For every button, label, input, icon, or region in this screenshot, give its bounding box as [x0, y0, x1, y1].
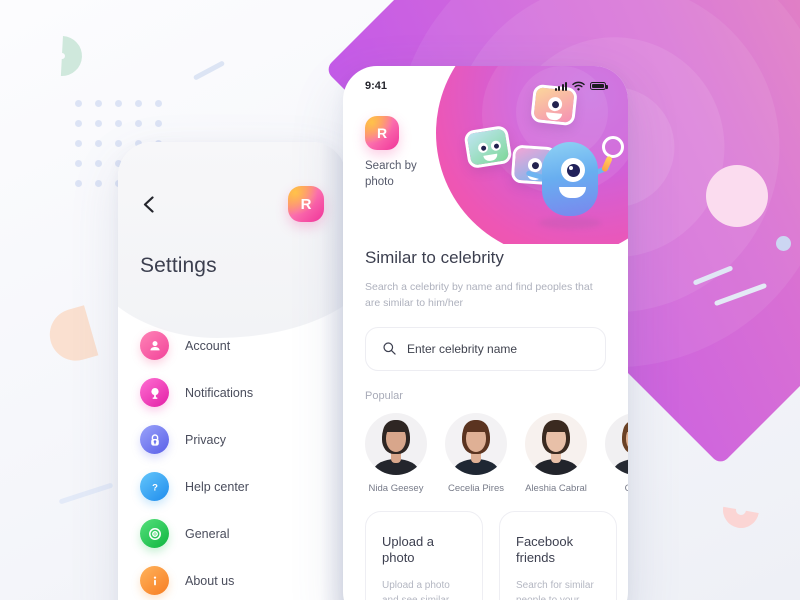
avatar-letter: R [300, 195, 312, 213]
feature-cards-row: Upload a photo Upload a photo and see sim… [365, 510, 617, 600]
back-button[interactable] [140, 195, 156, 213]
monster-card-green [463, 124, 513, 170]
wifi-icon [572, 81, 585, 91]
diagonal-stroke [58, 482, 114, 505]
profile-avatar[interactable]: R [288, 186, 324, 222]
celebrity-name: Carle [605, 483, 628, 494]
settings-item-label: Privacy [185, 432, 226, 447]
settings-item-general[interactable]: General [118, 510, 346, 557]
settings-item-label: Account [185, 338, 231, 353]
battery-icon [590, 82, 608, 90]
settings-item-label: About us [185, 573, 235, 588]
celebrity-search-phone-mockup: 9:41 R Search by photo Similar to celebr… [343, 66, 628, 600]
status-icons [554, 81, 608, 91]
monster-illustration [463, 83, 626, 236]
celebrity-avatar [445, 412, 507, 475]
settings-item-label: Notifications [185, 385, 254, 400]
celebrity-avatar [525, 412, 587, 475]
section-heading: Similar to celebrity [365, 248, 504, 267]
teal-arc-shape [33, 27, 91, 85]
lock-icon [140, 425, 169, 454]
popular-celebrities-row: Nida Geesey Cecelia Pires Aleshia Cabral Ca… [365, 412, 628, 494]
pink-circle-shape [706, 165, 768, 227]
popular-celebrity-item[interactable]: Cecelia Pires [445, 412, 507, 494]
settings-phone-mockup: 9:41 R Settings AccountNotificationsPriv… [118, 142, 346, 600]
settings-item-notifications[interactable]: Notifications [118, 369, 346, 416]
settings-menu-list: Account Notifications Privacy? Help center G… [118, 278, 346, 600]
search-by-photo-entry[interactable]: R Search by photo [365, 116, 417, 190]
magnifier-icon [602, 136, 624, 158]
blue-dot-shape [776, 236, 791, 251]
feature-card-description: Upload a photo and see similar [382, 580, 450, 600]
celebrity-name: Nida Geesey [368, 482, 424, 494]
settings-item-label: Help center [185, 479, 249, 494]
info-icon [140, 566, 169, 595]
screenshot-stage: 9:41 R Settings Account Notifications Priv… [0, 0, 800, 600]
popular-celebrity-item[interactable]: Aleshia Cabral [525, 412, 587, 494]
search-by-photo-label: Search by photo [365, 160, 417, 188]
feature-card-facebook-friends[interactable]: Facebook friends Search for similar peopl… [499, 510, 617, 600]
settings-item-label: General [185, 526, 230, 541]
settings-item-account[interactable]: Account [118, 322, 346, 369]
popular-celebrity-item[interactable]: Carle [605, 412, 628, 494]
celebrity-avatar [605, 412, 628, 475]
page-title: Settings [140, 254, 217, 277]
celebrity-name: Aleshia Cabral [525, 482, 587, 494]
status-time: 9:41 [365, 80, 388, 92]
popular-section-label: Popular [365, 389, 403, 402]
celebrity-search-input[interactable] [407, 341, 588, 356]
feature-card-title: Facebook friends [516, 533, 574, 566]
feature-card-upload-photo[interactable]: Upload a photo Upload a photo and see sim… [365, 510, 483, 600]
settings-nav-row: R [118, 168, 346, 222]
target-icon [140, 519, 169, 548]
diagonal-stroke [192, 60, 226, 81]
search-icon [383, 342, 396, 355]
pink-arc-shape [715, 484, 767, 536]
settings-item-about-us[interactable]: About us [118, 557, 346, 600]
app-logo-avatar: R [365, 116, 399, 150]
settings-item-help-center[interactable]: ? Help center [118, 463, 346, 510]
person-icon [140, 331, 169, 360]
celebrity-avatar [365, 412, 427, 475]
section-subheading: Search a celebrity by name and find peop… [365, 281, 593, 310]
right-status-bar: 9:41 [343, 66, 628, 92]
svg-text:?: ? [152, 482, 158, 493]
celebrity-name: Cecelia Pires [448, 482, 504, 494]
signal-icon [554, 81, 567, 91]
feature-card-title: Upload a photo [382, 533, 435, 566]
feature-card-description: Search for similar people to your [516, 580, 594, 600]
peach-half-circle-shape [43, 305, 99, 367]
question-icon: ? [140, 472, 169, 501]
avatar-letter: R [376, 125, 388, 141]
celebrity-search-content: Similar to celebrity Search a celebrity … [343, 244, 628, 600]
bell-icon [140, 378, 169, 407]
chevron-left-icon [143, 195, 154, 213]
celebrity-search-box[interactable] [365, 326, 606, 371]
popular-celebrity-item[interactable]: Nida Geesey [365, 412, 427, 494]
settings-item-privacy[interactable]: Privacy [118, 416, 346, 463]
